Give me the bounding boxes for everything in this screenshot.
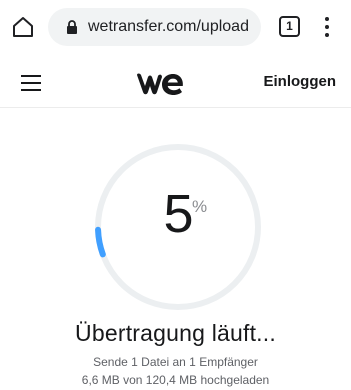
site-header: Einloggen (0, 56, 351, 108)
tabs-button[interactable]: 1 (279, 16, 300, 37)
hamburger-icon[interactable] (21, 75, 41, 91)
url-text[interactable]: wetransfer.com/upload (88, 18, 258, 36)
transfer-recipients: Sende 1 Datei an 1 Empfänger (93, 355, 258, 369)
address-bar[interactable]: wetransfer.com/upload (48, 8, 261, 46)
browser-toolbar: wetransfer.com/upload 1 (0, 0, 351, 56)
home-icon[interactable] (11, 15, 35, 39)
upload-progress: 5 % (92, 141, 264, 313)
lock-icon (65, 20, 79, 34)
transfer-status-title: Übertragung läuft... (75, 320, 276, 346)
wetransfer-logo[interactable] (136, 71, 184, 97)
progress-percent: 5 (163, 184, 193, 244)
percent-sign: % (192, 197, 208, 216)
login-link[interactable]: Einloggen (264, 72, 337, 92)
transfer-size-status: 6,6 MB von 120,4 MB hochgeladen (81, 373, 270, 387)
more-vert-icon[interactable] (320, 14, 334, 40)
